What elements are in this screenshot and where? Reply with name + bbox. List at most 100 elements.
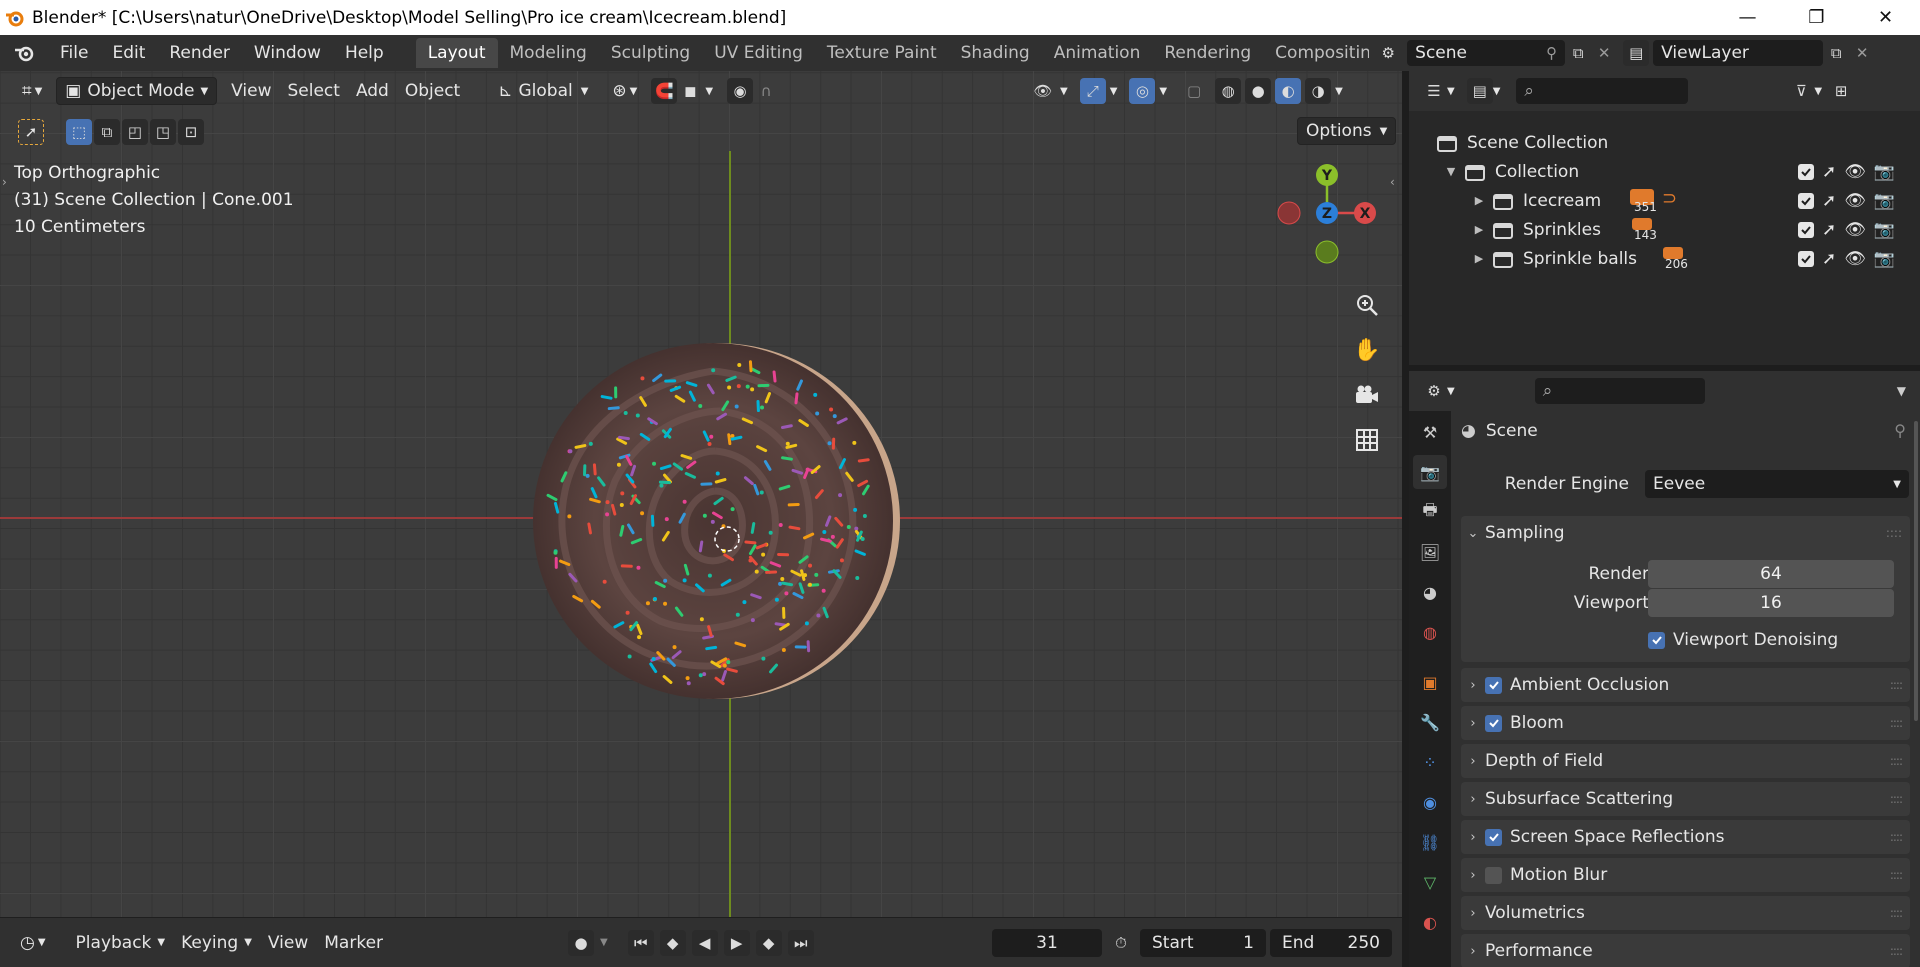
pan-hand-icon[interactable]: ✋	[1347, 330, 1387, 370]
checkbox-checked[interactable]	[1648, 631, 1665, 649]
exclude-checkbox[interactable]	[1798, 221, 1814, 238]
eye-icon[interactable]: 👁	[1844, 162, 1866, 182]
scene-tab-icon[interactable]: ◕	[1413, 575, 1447, 609]
3d-viewport[interactable]: ⌗ ▼ ▣ Object Mode ▼ View Select Add Objec…	[0, 71, 1402, 917]
jump-end-icon[interactable]: ⏭	[787, 929, 814, 956]
drag-grip-icon[interactable]: ::::	[1890, 944, 1903, 958]
navigation-gizmo[interactable]: Y X Z	[1262, 161, 1392, 271]
zoom-icon[interactable]	[1347, 285, 1387, 325]
chevron-down-icon[interactable]: ▼	[1897, 384, 1906, 398]
screen-space-reflections-panel[interactable]: › Screen Space Reflections ::::	[1461, 820, 1910, 854]
viewport-samples-field[interactable]: 16	[1648, 589, 1894, 617]
select-intersect-icon[interactable]: ⊡	[178, 119, 204, 145]
physics-tab-icon[interactable]: ◉	[1413, 785, 1447, 819]
camera-icon[interactable]: 📷	[1874, 191, 1895, 211]
current-frame-field[interactable]: 31	[992, 928, 1102, 957]
timeline-menu-view[interactable]: View	[260, 929, 316, 957]
selectable-icon[interactable]: ➚	[1822, 220, 1836, 240]
drag-grip-icon[interactable]: ::::	[1890, 678, 1903, 692]
pin-icon[interactable]: ⚲	[1546, 44, 1557, 62]
blender-menu-icon[interactable]	[0, 35, 48, 71]
ambient-occlusion-checkbox[interactable]	[1485, 676, 1502, 694]
sidebar-toggle-icon[interactable]: ‹	[1390, 175, 1395, 189]
tab-animation[interactable]: Animation	[1042, 38, 1153, 68]
outliner-search-input[interactable]: ⌕	[1516, 78, 1689, 104]
tab-shading[interactable]: Shading	[949, 38, 1042, 68]
jump-start-icon[interactable]: ⏮	[627, 929, 654, 956]
outliner-scene-collection[interactable]: Scene Collection	[1409, 128, 1920, 157]
gizmo-neg-x-axis[interactable]	[1277, 201, 1301, 225]
overlay-toggle-icon[interactable]: ◎	[1129, 78, 1156, 104]
object-tab-icon[interactable]: ▣	[1413, 665, 1447, 699]
tab-rendering[interactable]: Rendering	[1152, 38, 1263, 68]
xray-toggle-icon[interactable]: ▢	[1181, 78, 1207, 104]
prev-keyframe-icon[interactable]: ◆	[659, 929, 686, 956]
editor-type-button[interactable]: ⌗ ▼	[14, 77, 50, 105]
render-engine-dropdown[interactable]: Eevee ▼	[1645, 470, 1909, 498]
tool-tab-icon[interactable]: ⚒	[1413, 415, 1447, 449]
performance-panel[interactable]: › Performance ::::	[1461, 934, 1910, 967]
eye-icon[interactable]: 👁	[1844, 191, 1866, 211]
next-keyframe-icon[interactable]: ◆	[755, 929, 782, 956]
viewport-denoising-toggle[interactable]: Viewport Denoising	[1648, 630, 1838, 650]
material-preview-icon[interactable]: ◐	[1275, 78, 1302, 104]
play-icon[interactable]: ▶	[723, 929, 750, 956]
selectable-icon[interactable]: ➚	[1822, 249, 1836, 269]
bloom-checkbox[interactable]	[1485, 714, 1502, 732]
select-cursor-icon[interactable]: ➚	[18, 119, 44, 145]
constraints-tab-icon[interactable]: ⛓	[1413, 825, 1447, 859]
expand-triangle-icon[interactable]: ▶	[1471, 252, 1487, 265]
viewport-menu-view[interactable]: View	[223, 77, 279, 105]
volumetrics-panel[interactable]: › Volumetrics ::::	[1461, 896, 1910, 930]
menu-render[interactable]: Render	[157, 35, 242, 71]
pin-icon[interactable]: ⚲	[1894, 421, 1906, 440]
close-button[interactable]: ✕	[1851, 0, 1920, 35]
subsurface-scattering-panel[interactable]: › Subsurface Scattering ::::	[1461, 782, 1910, 816]
tab-sculpting[interactable]: Sculpting	[599, 38, 702, 68]
drag-grip-icon[interactable]: ::::	[1886, 526, 1902, 540]
tab-texture-paint[interactable]: Texture Paint	[815, 38, 949, 68]
tab-modeling[interactable]: Modeling	[498, 38, 599, 68]
properties-search-input[interactable]: ⌕	[1534, 378, 1705, 404]
outliner-item-sprinkle-balls[interactable]: ▶ Sprinkle balls 206 ➚ 👁 📷	[1409, 244, 1920, 273]
timeline-menu-marker[interactable]: Marker	[316, 929, 391, 957]
expand-triangle-icon[interactable]: ▶	[1471, 194, 1487, 207]
selectable-icon[interactable]: ➚	[1822, 191, 1836, 211]
sampling-panel-header[interactable]: ⌄ Sampling ::::	[1461, 516, 1910, 550]
falloff-icon[interactable]: ∩	[753, 78, 779, 104]
new-collection-icon[interactable]: ⊞	[1828, 78, 1854, 104]
drag-grip-icon[interactable]: ::::	[1890, 792, 1903, 806]
render-tab-icon[interactable]: 📷	[1413, 455, 1447, 489]
collapse-triangle-icon[interactable]: ▼	[1443, 165, 1459, 178]
outliner-collection[interactable]: ▼ Collection ➚ 👁 📷	[1409, 157, 1920, 186]
menu-edit[interactable]: Edit	[100, 35, 157, 71]
end-frame-field[interactable]: End 250	[1270, 928, 1392, 957]
scene-selector[interactable]: ⚙ Scene ⚲ ⧉ ✕	[1375, 40, 1617, 66]
select-invert-icon[interactable]: ◳	[150, 119, 176, 145]
options-dropdown[interactable]: Options ▼	[1297, 117, 1397, 145]
modifier-tab-icon[interactable]: 🔧	[1413, 705, 1447, 739]
gizmo-toggle-icon[interactable]: ⤢	[1079, 78, 1106, 104]
visibility-icon[interactable]: 👁	[1030, 78, 1056, 104]
viewport-menu-add[interactable]: Add	[348, 77, 397, 105]
exclude-checkbox[interactable]	[1798, 163, 1814, 180]
depth-of-field-panel[interactable]: › Depth of Field ::::	[1461, 744, 1910, 778]
select-new-icon[interactable]: ⬚	[66, 119, 92, 145]
record-keyframe-icon[interactable]: ●	[568, 929, 594, 956]
play-reverse-icon[interactable]: ◀	[691, 929, 718, 956]
camera-icon[interactable]: 📷	[1874, 162, 1895, 182]
menu-window[interactable]: Window	[242, 35, 333, 71]
icecream-object[interactable]	[520, 341, 910, 721]
drag-grip-icon[interactable]: ::::	[1890, 754, 1903, 768]
outliner-item-sprinkles[interactable]: ▶ Sprinkles 143 ➚ 👁 📷	[1409, 215, 1920, 244]
view-layer-tab-icon[interactable]: 🖼	[1413, 535, 1447, 569]
drag-grip-icon[interactable]: ::::	[1890, 906, 1903, 920]
world-tab-icon[interactable]: ◍	[1413, 615, 1447, 649]
pivot-point-button[interactable]: ⊛ ▼	[604, 77, 645, 105]
motion-blur-panel[interactable]: › Motion Blur ::::	[1461, 858, 1910, 892]
material-tab-icon[interactable]: ◐	[1413, 905, 1447, 939]
proportional-edit-icon[interactable]: ◉	[727, 78, 754, 104]
tab-uv-editing[interactable]: UV Editing	[702, 38, 815, 68]
snap-element-icon[interactable]: ◼	[677, 78, 703, 104]
viewlayer-selector[interactable]: ▤ ViewLayer ⧉ ✕	[1623, 40, 1875, 66]
